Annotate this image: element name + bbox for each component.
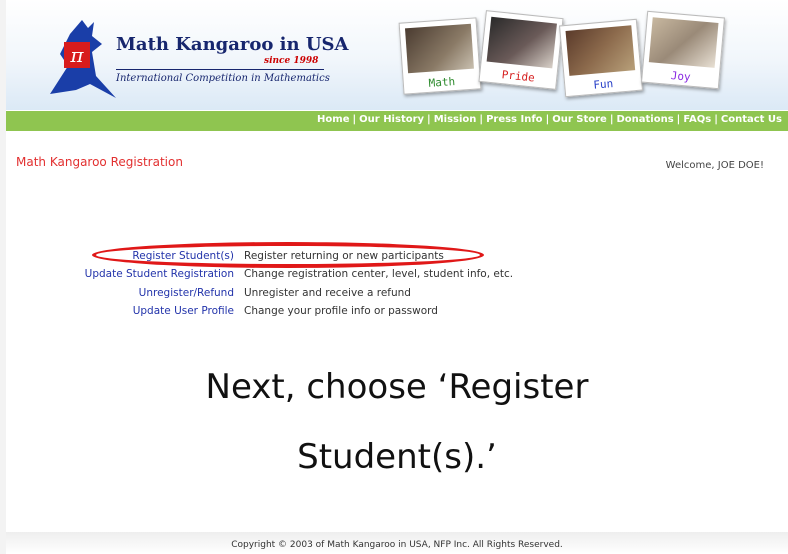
nav-press-info[interactable]: Press Info xyxy=(486,114,543,125)
photo-caption: Fun xyxy=(592,77,614,92)
page: π Math Kangaroo in USA since 1998 Intern… xyxy=(6,0,788,554)
svg-text:π: π xyxy=(69,43,84,67)
instruction-callout-line2: Student(s).’ xyxy=(297,437,497,477)
nav-separator: | xyxy=(352,114,357,125)
brand-since: since 1998 xyxy=(264,56,319,66)
photo-caption: Joy xyxy=(670,69,692,84)
site-header: π Math Kangaroo in USA since 1998 Intern… xyxy=(6,0,788,110)
photo-joy: Joy xyxy=(641,10,725,90)
top-nav: Home | Our History | Mission | Press Info | Our … xyxy=(6,111,788,131)
brand-tagline: International Competition in Mathematics xyxy=(116,73,330,84)
nav-list: Home | Our History | Mission | Press Info | Our … xyxy=(317,114,782,125)
update-user-profile-desc: Change your profile info or password xyxy=(244,305,438,317)
photo-fun: Fun xyxy=(559,18,643,98)
photo-math: Math xyxy=(398,17,482,95)
nav-contact-us[interactable]: Contact Us xyxy=(721,114,782,125)
highlight-ellipse xyxy=(92,242,484,268)
photo-pride: Pride xyxy=(478,10,564,90)
copyright-text: Copyright © 2003 of Math Kangaroo in USA… xyxy=(231,540,563,550)
brand-divider xyxy=(116,69,324,70)
nav-mission[interactable]: Mission xyxy=(434,114,477,125)
update-student-registration-desc: Change registration center, level, stude… xyxy=(244,268,514,280)
page-title: Math Kangaroo Registration xyxy=(16,155,183,169)
brand-title[interactable]: Math Kangaroo in USA xyxy=(116,34,349,55)
nav-home[interactable]: Home xyxy=(317,114,349,125)
nav-our-store[interactable]: Our Store xyxy=(552,114,607,125)
nav-separator: | xyxy=(427,114,431,125)
unregister-refund-desc: Unregister and receive a refund xyxy=(244,287,411,299)
nav-separator: | xyxy=(545,114,550,125)
nav-separator: | xyxy=(609,114,614,125)
nav-separator: | xyxy=(676,114,681,125)
kangaroo-pi-icon[interactable]: π xyxy=(30,14,120,104)
nav-our-history[interactable]: Our History xyxy=(359,114,424,125)
nav-separator: | xyxy=(479,114,484,125)
photo-caption: Pride xyxy=(501,68,536,85)
instruction-callout-line1: Next, choose ‘Register xyxy=(205,367,589,407)
nav-separator: | xyxy=(714,114,718,125)
nav-faqs[interactable]: FAQs xyxy=(683,114,711,125)
nav-donations[interactable]: Donations xyxy=(616,114,673,125)
update-student-registration-link[interactable]: Update Student Registration xyxy=(85,268,234,280)
photo-caption: Math xyxy=(428,75,456,90)
welcome-message: Welcome, JOE DOE! xyxy=(665,160,764,171)
unregister-refund-link[interactable]: Unregister/Refund xyxy=(139,287,234,299)
update-user-profile-link[interactable]: Update User Profile xyxy=(133,305,234,317)
